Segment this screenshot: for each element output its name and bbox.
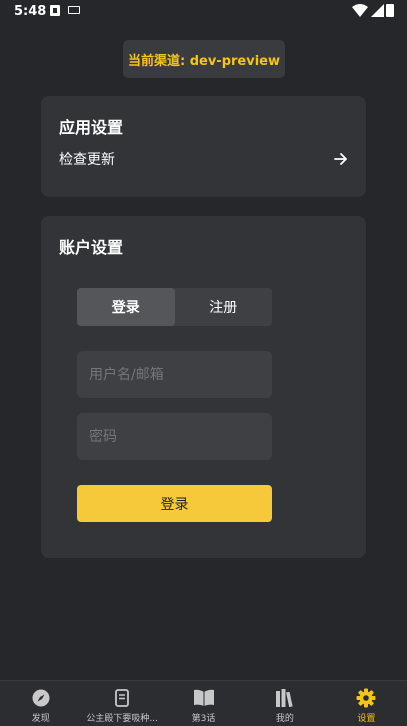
nav-item-settings[interactable]: 设置 <box>326 681 407 726</box>
nav-item-mine[interactable]: 我的 <box>244 681 325 726</box>
nav-label-discover: 发现 <box>31 714 50 724</box>
status-time: 5:48 <box>14 4 47 19</box>
app-settings-card: 应用设置 检查更新 <box>41 96 366 197</box>
tab-register[interactable]: 注册 <box>175 288 273 326</box>
check-update-row[interactable]: 检查更新 <box>59 146 349 172</box>
nav-label-current-book: 公主殿下要吸种... <box>86 714 158 724</box>
arrow-right-icon <box>334 153 347 165</box>
login-button[interactable]: 登录 <box>77 485 272 522</box>
check-update-label: 检查更新 <box>59 152 115 168</box>
gear-icon <box>356 688 376 708</box>
nav-label-chapter: 第3话 <box>191 714 216 724</box>
status-bar: 5:48 <box>0 0 407 24</box>
app-settings-title: 应用设置 <box>59 118 124 137</box>
battery-icon <box>386 4 394 17</box>
channel-badge: 当前渠道: dev-preview <box>123 40 285 78</box>
keyboard-icon <box>68 6 80 14</box>
auth-tabs: 登录 注册 <box>77 288 272 326</box>
open-book-icon <box>193 688 215 708</box>
bottom-nav: 发现 公主殿下要吸种... 第3话 我的 设置 <box>0 680 407 726</box>
compass-icon <box>32 688 50 708</box>
wifi-icon <box>352 4 368 17</box>
document-icon <box>115 688 130 708</box>
nav-label-mine: 我的 <box>275 714 294 724</box>
nav-item-chapter[interactable]: 第3话 <box>163 681 244 726</box>
nav-item-discover[interactable]: 发现 <box>0 681 81 726</box>
tab-login[interactable]: 登录 <box>77 288 175 326</box>
nav-item-current-book[interactable]: 公主殿下要吸种... <box>81 681 162 726</box>
signal-icon <box>371 4 384 17</box>
account-settings-card: 账户设置 登录 注册 登录 <box>41 216 366 558</box>
notification-a-icon <box>50 5 60 16</box>
bookshelf-icon <box>275 688 295 708</box>
account-settings-title: 账户设置 <box>59 238 124 257</box>
password-input[interactable] <box>77 413 272 460</box>
username-input[interactable] <box>77 351 272 398</box>
nav-label-settings: 设置 <box>357 714 376 724</box>
